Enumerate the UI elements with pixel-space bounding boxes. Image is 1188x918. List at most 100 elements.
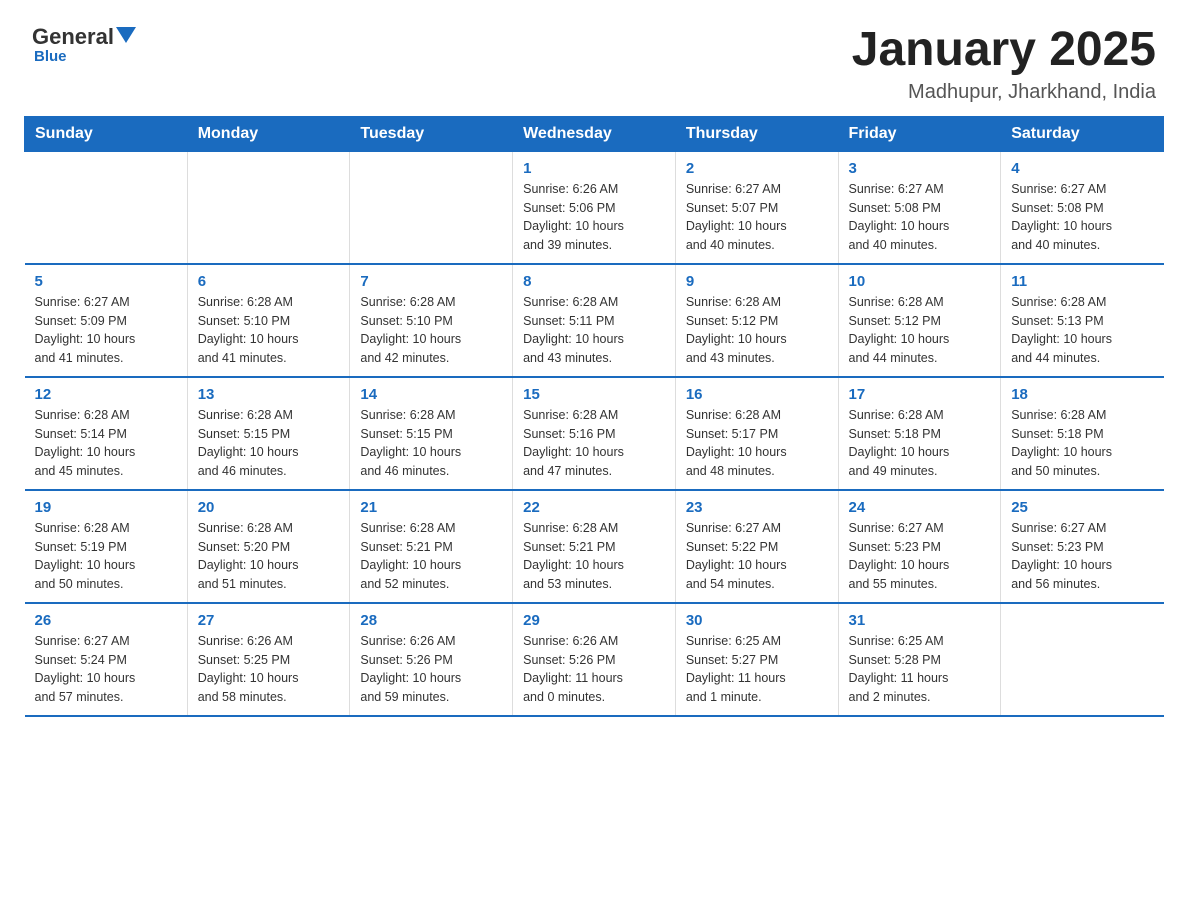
day-number: 11 — [1011, 273, 1153, 290]
day-number: 1 — [523, 160, 665, 177]
day-info: Sunrise: 6:28 AM Sunset: 5:18 PM Dayligh… — [849, 406, 991, 481]
calendar-cell: 16Sunrise: 6:28 AM Sunset: 5:17 PM Dayli… — [675, 377, 838, 490]
day-info: Sunrise: 6:28 AM Sunset: 5:15 PM Dayligh… — [198, 406, 340, 481]
calendar-cell: 1 Sunrise: 6:26 AM Sunset: 5:06 PM Daylig… — [513, 151, 676, 264]
day-info: Sunrise: 6:28 AM Sunset: 5:15 PM Dayligh… — [360, 406, 502, 481]
weekday-header-wednesday: Wednesday — [513, 116, 676, 151]
day-number: 30 — [686, 612, 828, 629]
day-number: 25 — [1011, 499, 1153, 516]
day-number: 2 — [686, 160, 828, 177]
day-info: Sunrise: 6:26 AM Sunset: 5:25 PM Dayligh… — [198, 632, 340, 707]
calendar-cell: 31Sunrise: 6:25 AM Sunset: 5:28 PM Dayli… — [838, 603, 1001, 716]
weekday-header-tuesday: Tuesday — [350, 116, 513, 151]
calendar-cell: 9Sunrise: 6:28 AM Sunset: 5:12 PM Daylig… — [675, 264, 838, 377]
calendar-cell: 5 Sunrise: 6:27 AM Sunset: 5:09 PM Daylig… — [25, 264, 188, 377]
calendar-cell: 26 Sunrise: 6:27 AM Sunset: 5:24 PM Dayli… — [25, 603, 188, 716]
week-row-3: 12Sunrise: 6:28 AM Sunset: 5:14 PM Dayli… — [25, 377, 1164, 490]
calendar-cell: 20Sunrise: 6:28 AM Sunset: 5:20 PM Dayli… — [187, 490, 350, 603]
day-info: Sunrise: 6:28 AM Sunset: 5:14 PM Dayligh… — [35, 406, 177, 481]
logo: General Blue — [32, 24, 136, 65]
day-number: 27 — [198, 612, 340, 629]
day-info: Sunrise: 6:25 AM Sunset: 5:27 PM Dayligh… — [686, 632, 828, 707]
weekday-row: SundayMondayTuesdayWednesdayThursdayFrid… — [25, 116, 1164, 151]
week-row-1: 1 Sunrise: 6:26 AM Sunset: 5:06 PM Daylig… — [25, 151, 1164, 264]
calendar-cell: 13 Sunrise: 6:28 AM Sunset: 5:15 PM Dayli… — [187, 377, 350, 490]
weekday-header-thursday: Thursday — [675, 116, 838, 151]
week-row-5: 26 Sunrise: 6:27 AM Sunset: 5:24 PM Dayli… — [25, 603, 1164, 716]
calendar-cell: 7Sunrise: 6:28 AM Sunset: 5:10 PM Daylig… — [350, 264, 513, 377]
day-info: Sunrise: 6:28 AM Sunset: 5:10 PM Dayligh… — [198, 293, 340, 368]
calendar-cell: 30 Sunrise: 6:25 AM Sunset: 5:27 PM Dayli… — [675, 603, 838, 716]
day-number: 29 — [523, 612, 665, 629]
calendar-cell: 28Sunrise: 6:26 AM Sunset: 5:26 PM Dayli… — [350, 603, 513, 716]
day-info: Sunrise: 6:27 AM Sunset: 5:23 PM Dayligh… — [849, 519, 991, 594]
day-number: 21 — [360, 499, 502, 516]
calendar-cell: 14 Sunrise: 6:28 AM Sunset: 5:15 PM Dayli… — [350, 377, 513, 490]
day-info: Sunrise: 6:28 AM Sunset: 5:21 PM Dayligh… — [360, 519, 502, 594]
calendar-cell: 21 Sunrise: 6:28 AM Sunset: 5:21 PM Dayli… — [350, 490, 513, 603]
title-section: January 2025 Madhupur, Jharkhand, India — [852, 24, 1156, 104]
day-info: Sunrise: 6:28 AM Sunset: 5:18 PM Dayligh… — [1011, 406, 1153, 481]
day-info: Sunrise: 6:28 AM Sunset: 5:21 PM Dayligh… — [523, 519, 665, 594]
day-number: 14 — [360, 386, 502, 403]
calendar-cell — [25, 151, 188, 264]
day-number: 16 — [686, 386, 828, 403]
day-info: Sunrise: 6:27 AM Sunset: 5:08 PM Dayligh… — [1011, 180, 1153, 255]
day-number: 15 — [523, 386, 665, 403]
calendar-cell — [350, 151, 513, 264]
calendar-table: SundayMondayTuesdayWednesdayThursdayFrid… — [24, 116, 1164, 717]
calendar-cell: 23 Sunrise: 6:27 AM Sunset: 5:22 PM Dayli… — [675, 490, 838, 603]
calendar-cell: 12Sunrise: 6:28 AM Sunset: 5:14 PM Dayli… — [25, 377, 188, 490]
day-info: Sunrise: 6:28 AM Sunset: 5:11 PM Dayligh… — [523, 293, 665, 368]
day-info: Sunrise: 6:27 AM Sunset: 5:22 PM Dayligh… — [686, 519, 828, 594]
day-info: Sunrise: 6:28 AM Sunset: 5:16 PM Dayligh… — [523, 406, 665, 481]
day-number: 22 — [523, 499, 665, 516]
calendar-cell: 6Sunrise: 6:28 AM Sunset: 5:10 PM Daylig… — [187, 264, 350, 377]
calendar-cell: 3 Sunrise: 6:27 AM Sunset: 5:08 PM Daylig… — [838, 151, 1001, 264]
calendar-cell — [1001, 603, 1164, 716]
day-number: 31 — [849, 612, 991, 629]
calendar-cell: 2Sunrise: 6:27 AM Sunset: 5:07 PM Daylig… — [675, 151, 838, 264]
day-number: 9 — [686, 273, 828, 290]
weekday-header-friday: Friday — [838, 116, 1001, 151]
day-info: Sunrise: 6:27 AM Sunset: 5:24 PM Dayligh… — [35, 632, 177, 707]
day-info: Sunrise: 6:27 AM Sunset: 5:09 PM Dayligh… — [35, 293, 177, 368]
weekday-header-monday: Monday — [187, 116, 350, 151]
calendar-cell: 25Sunrise: 6:27 AM Sunset: 5:23 PM Dayli… — [1001, 490, 1164, 603]
day-number: 23 — [686, 499, 828, 516]
day-info: Sunrise: 6:28 AM Sunset: 5:10 PM Dayligh… — [360, 293, 502, 368]
day-number: 26 — [35, 612, 177, 629]
day-number: 19 — [35, 499, 177, 516]
calendar-cell: 11Sunrise: 6:28 AM Sunset: 5:13 PM Dayli… — [1001, 264, 1164, 377]
day-info: Sunrise: 6:26 AM Sunset: 5:26 PM Dayligh… — [360, 632, 502, 707]
day-number: 13 — [198, 386, 340, 403]
day-number: 8 — [523, 273, 665, 290]
day-info: Sunrise: 6:26 AM Sunset: 5:06 PM Dayligh… — [523, 180, 665, 255]
day-info: Sunrise: 6:26 AM Sunset: 5:26 PM Dayligh… — [523, 632, 665, 707]
day-info: Sunrise: 6:28 AM Sunset: 5:19 PM Dayligh… — [35, 519, 177, 594]
logo-general-text: General — [32, 24, 114, 50]
calendar-cell: 4 Sunrise: 6:27 AM Sunset: 5:08 PM Daylig… — [1001, 151, 1164, 264]
day-info: Sunrise: 6:27 AM Sunset: 5:08 PM Dayligh… — [849, 180, 991, 255]
week-row-2: 5 Sunrise: 6:27 AM Sunset: 5:09 PM Daylig… — [25, 264, 1164, 377]
calendar-wrapper: SundayMondayTuesdayWednesdayThursdayFrid… — [0, 116, 1188, 741]
calendar-cell: 18Sunrise: 6:28 AM Sunset: 5:18 PM Dayli… — [1001, 377, 1164, 490]
calendar-cell: 24Sunrise: 6:27 AM Sunset: 5:23 PM Dayli… — [838, 490, 1001, 603]
calendar-cell: 22 Sunrise: 6:28 AM Sunset: 5:21 PM Dayli… — [513, 490, 676, 603]
day-number: 17 — [849, 386, 991, 403]
calendar-cell: 10Sunrise: 6:28 AM Sunset: 5:12 PM Dayli… — [838, 264, 1001, 377]
calendar-header: SundayMondayTuesdayWednesdayThursdayFrid… — [25, 116, 1164, 151]
day-number: 5 — [35, 273, 177, 290]
calendar-title: January 2025 — [852, 24, 1156, 77]
header: General Blue January 2025 Madhupur, Jhar… — [0, 0, 1188, 116]
logo-triangle-icon — [116, 27, 136, 43]
calendar-subtitle: Madhupur, Jharkhand, India — [852, 81, 1156, 104]
calendar-cell — [187, 151, 350, 264]
day-number: 4 — [1011, 160, 1153, 177]
day-info: Sunrise: 6:28 AM Sunset: 5:12 PM Dayligh… — [849, 293, 991, 368]
logo-text: General — [32, 24, 136, 50]
logo-blue-text: Blue — [34, 48, 67, 65]
calendar-cell: 29 Sunrise: 6:26 AM Sunset: 5:26 PM Dayli… — [513, 603, 676, 716]
day-number: 3 — [849, 160, 991, 177]
calendar-cell: 19 Sunrise: 6:28 AM Sunset: 5:19 PM Dayli… — [25, 490, 188, 603]
